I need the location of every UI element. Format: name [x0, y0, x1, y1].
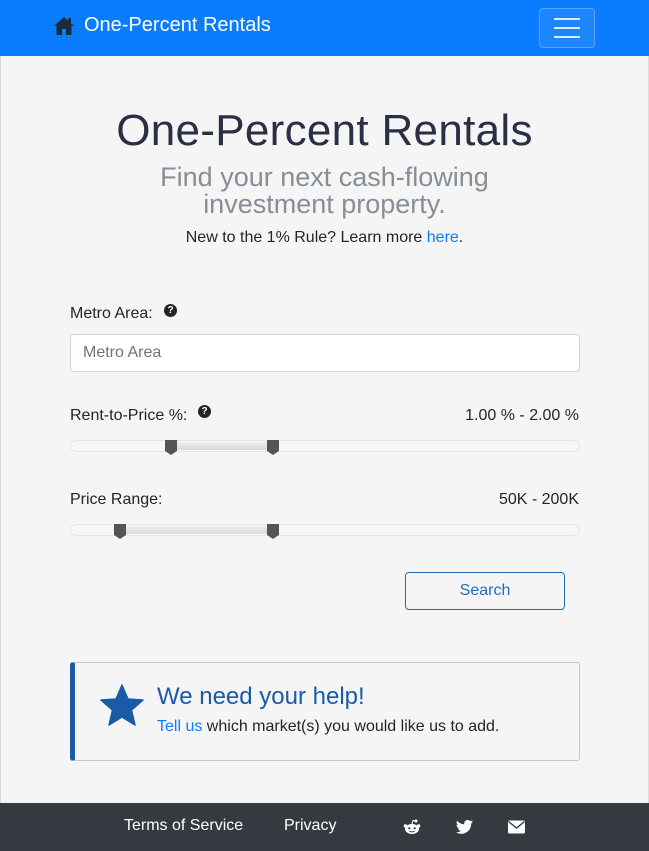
hamburger-line [554, 36, 580, 38]
price-range-label: Price Range: [70, 491, 163, 508]
star-icon [100, 684, 144, 726]
rent-to-price-label: Rent-to-Price %: [70, 407, 188, 424]
rent-to-price-slider[interactable] [70, 440, 580, 455]
slider-handle-high[interactable] [266, 524, 280, 539]
page-title: One-Percent Rentals [116, 106, 533, 155]
help-title: We need your help! [157, 683, 365, 710]
rule-note-text: New to the 1% Rule? Learn more [185, 229, 427, 246]
privacy-link[interactable]: Privacy [284, 817, 336, 835]
page-subtitle: Find your next cash-flowing investment p… [160, 162, 489, 219]
hamburger-menu-icon [554, 18, 580, 20]
reddit-icon[interactable] [403, 819, 421, 835]
rule-note-suffix: . [458, 229, 464, 246]
footer: Terms of Service Privacy [0, 803, 649, 851]
twitter-icon[interactable] [456, 819, 473, 835]
slider-handle-low[interactable] [164, 440, 178, 455]
search-button[interactable]: Search [405, 572, 565, 610]
rent-to-price-value: 1.00 % - 2.00 % [465, 407, 579, 424]
rule-note: New to the 1% Rule? Learn more here. [0, 229, 649, 247]
help-description: which market(s) you would like us to add… [202, 718, 500, 735]
tell-us-link[interactable]: Tell us [157, 718, 202, 735]
learn-more-link[interactable]: here [427, 229, 459, 246]
price-range-slider[interactable] [70, 524, 580, 539]
brand-name: One-Percent Rentals [84, 14, 271, 36]
slider-selection [172, 442, 274, 450]
brand-link[interactable]: One-Percent Rentals [53, 14, 271, 37]
hamburger-line [554, 27, 580, 29]
metro-area-input[interactable] [70, 334, 580, 372]
slider-handle-low[interactable] [113, 524, 127, 539]
home-icon [54, 16, 74, 35]
terms-of-service-link[interactable]: Terms of Service [124, 817, 243, 835]
slider-track [70, 440, 580, 452]
envelope-icon[interactable] [508, 819, 525, 835]
question-circle-icon[interactable]: ? [164, 304, 177, 317]
slider-selection [121, 526, 274, 534]
navbar: One-Percent Rentals [0, 0, 649, 56]
slider-handle-high[interactable] [266, 440, 280, 455]
metro-area-label: Metro Area: [70, 305, 153, 322]
question-circle-icon[interactable]: ? [198, 405, 211, 418]
help-text: Tell us which market(s) you would like u… [157, 718, 499, 736]
help-callout: We need your help! Tell us which market(… [70, 662, 580, 761]
menu-toggle-button[interactable] [539, 8, 595, 48]
price-range-value: 50K - 200K [498, 491, 579, 508]
